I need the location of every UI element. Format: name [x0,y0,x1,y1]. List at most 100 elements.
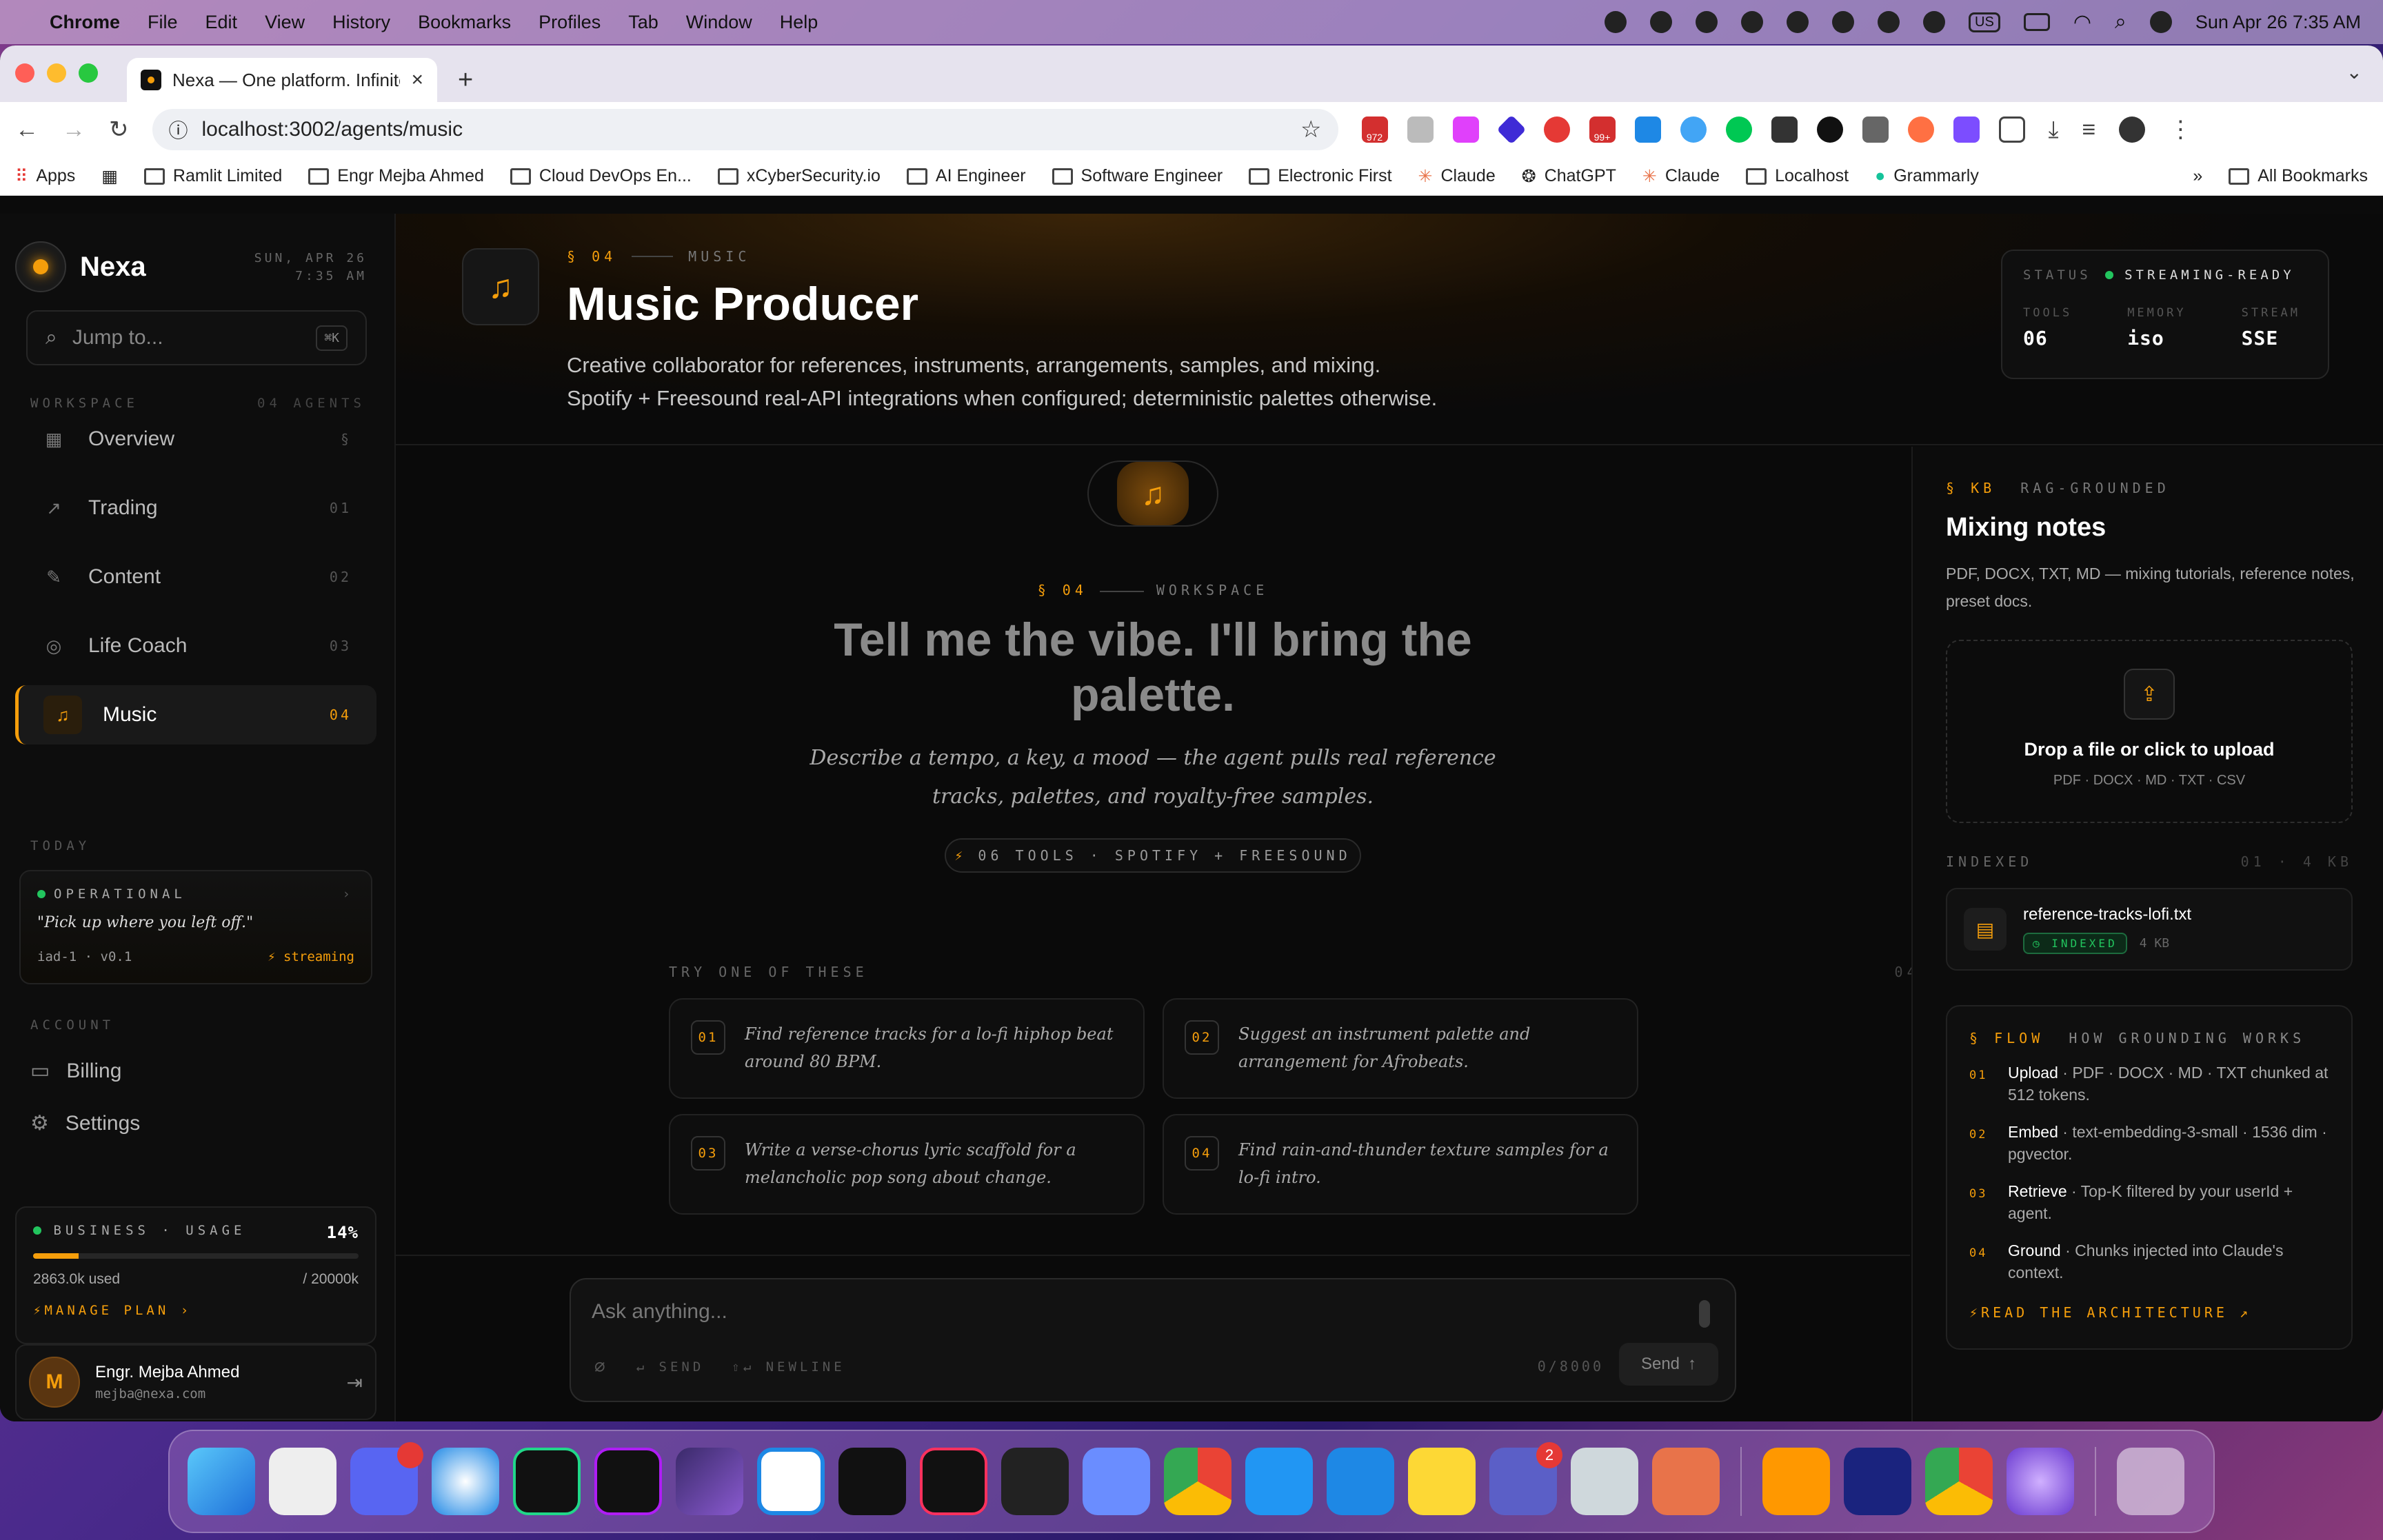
tab-search-chevron-icon[interactable]: ⌄ [2346,61,2362,83]
operational-card[interactable]: OPERATIONAL › "Pick up where you left off… [19,870,372,984]
attach-icon[interactable]: ⌀ [594,1357,609,1377]
menubar-clock[interactable]: Sun Apr 26 7:35 AM [2195,12,2361,33]
extensions-puzzle-icon[interactable] [1998,116,2025,143]
manage-plan-link[interactable]: ⚡MANAGE PLAN › [33,1303,359,1318]
bookmark-folder[interactable]: Ramlit Limited [143,166,282,186]
vscode-icon[interactable] [757,1448,825,1515]
phpstorm-icon[interactable] [594,1448,662,1515]
cursor-icon[interactable] [1001,1448,1069,1515]
bookmark-claude[interactable]: ✳ Claude [1642,166,1720,187]
tray-app-icon[interactable] [1696,11,1718,33]
pages-icon[interactable] [1762,1448,1830,1515]
quicktime-icon[interactable] [1245,1448,1313,1515]
discord-icon[interactable] [350,1442,423,1515]
chrome-icon[interactable] [1164,1448,1231,1515]
extension-icon[interactable] [1725,116,1752,143]
all-bookmarks[interactable]: All Bookmarks [2229,166,2368,186]
extension-icon[interactable] [1771,116,1798,143]
url-text[interactable]: localhost:3002/agents/music [202,118,463,141]
bookmark-folder[interactable]: Engr Mejba Ahmed [308,166,484,186]
back-icon[interactable]: ← [15,116,39,143]
sidebar-item-life-coach[interactable]: ◎ Life Coach 03 [15,616,376,676]
tray-moon-icon[interactable] [1832,11,1855,33]
bookmark-grammarly[interactable]: ● Grammarly [1875,166,1979,186]
chrome-menu-icon[interactable]: ⋮ [2169,116,2192,143]
sidebar-item-overview[interactable]: ▦ Overview § [15,409,376,469]
extension-icon[interactable] [1452,116,1479,143]
composer-scrollbar[interactable] [1699,1300,1710,1328]
brand[interactable]: Nexa [15,241,146,292]
app-icon[interactable] [838,1448,906,1515]
close-window-button[interactable] [15,63,34,83]
extension-icon[interactable]: 99+ [1589,116,1616,143]
starter-prompt[interactable]: 01 Find reference tracks for a lo-fi hip… [669,998,1145,1099]
extension-icon[interactable] [1862,116,1889,143]
menu-window[interactable]: Window [686,12,752,33]
teams-icon[interactable]: 2 [1489,1442,1562,1515]
tray-user-icon[interactable] [1923,11,1946,33]
app-icon[interactable] [1844,1448,1911,1515]
bookmark-folder[interactable]: Localhost [1746,166,1849,186]
camera-extension-icon[interactable] [1407,116,1434,143]
menu-profiles[interactable]: Profiles [539,12,601,33]
menu-history[interactable]: History [332,12,390,33]
reload-icon[interactable]: ↻ [109,116,129,143]
bookmark-star-icon[interactable]: ☆ [1300,116,1321,143]
new-tab-icon[interactable]: + [458,65,473,95]
bookmark-folder[interactable]: Software Engineer [1052,166,1223,186]
bookmark-folder[interactable]: xCyberSecurity.io [717,166,881,186]
battery-icon[interactable] [2023,13,2050,31]
obsidian-icon[interactable] [676,1448,743,1515]
forward-icon[interactable]: → [62,116,86,143]
sidebar-item-settings[interactable]: ⚙ Settings [30,1111,140,1135]
menu-file[interactable]: File [148,12,178,33]
bookmark-claude[interactable]: ✳ Claude [1418,166,1496,187]
sidebar-item-trading[interactable]: ↗ Trading 01 [15,478,376,538]
safari-icon[interactable] [432,1448,499,1515]
extension-icon[interactable] [1953,116,1980,143]
address-bar[interactable]: ⓘ localhost:3002/agents/music ☆ [152,109,1338,150]
bookmark-chatgpt[interactable]: ❂ ChatGPT [1522,166,1616,187]
extension-icon[interactable] [1543,116,1570,143]
jump-to-search[interactable]: ⌕ Jump to... ⌘K [26,310,367,365]
bookmark-folder[interactable]: Electronic First [1249,166,1392,186]
bookmark-apps[interactable]: ⠿ Apps [15,166,75,187]
close-tab-icon[interactable]: × [411,68,423,92]
profile-avatar[interactable] [2119,116,2146,143]
notes-icon[interactable] [1408,1448,1476,1515]
chat-input[interactable]: Ask anything... [592,1300,1714,1324]
tray-play-icon[interactable] [1787,11,1809,33]
starter-prompt[interactable]: 03 Write a verse-chorus lyric scaffold f… [669,1114,1145,1215]
menu-app-name[interactable]: Chrome [50,12,120,33]
extension-icon[interactable] [1634,116,1661,143]
app-icon[interactable] [2007,1448,2074,1515]
bookmarks-overflow-icon[interactable]: » [2193,166,2202,186]
trash-icon[interactable] [2117,1448,2184,1515]
user-card[interactable]: M Engr. Mejba Ahmed mejba@nexa.com ⇥ [15,1344,376,1420]
file-dropzone[interactable]: ⇪ Drop a file or click to upload PDF · D… [1946,640,2353,823]
tray-app-icon[interactable] [1650,11,1673,33]
menu-tab[interactable]: Tab [628,12,658,33]
minimize-window-button[interactable] [47,63,66,83]
read-architecture-link[interactable]: ⚡READ THE ARCHITECTURE ↗ [1969,1304,2329,1321]
logout-icon[interactable]: ⇥ [347,1371,363,1394]
bookmark-folder[interactable]: AI Engineer [906,166,1026,186]
tray-app-icon[interactable] [1878,11,1900,33]
starter-prompt[interactable]: 02 Suggest an instrument palette and arr… [1163,998,1638,1099]
sidebar-item-content[interactable]: ✎ Content 02 [15,547,376,607]
menu-edit[interactable]: Edit [205,12,238,33]
sidebar-item-music[interactable]: ♫ Music 04 [15,685,376,744]
tab-groups-icon[interactable]: ▦ [101,166,118,187]
input-source[interactable]: US [1969,12,2000,32]
menu-bookmarks[interactable]: Bookmarks [418,12,511,33]
wifi-icon[interactable]: ◠ [2073,10,2091,34]
claude-extension-icon[interactable] [1907,116,1934,143]
browser-tab[interactable]: Nexa — One platform. Infinite × [127,58,437,102]
app-icon[interactable] [1083,1448,1150,1515]
menu-help[interactable]: Help [780,12,818,33]
extension-icon[interactable]: 972 [1361,116,1388,143]
control-center-icon[interactable] [2149,11,2172,33]
starter-prompt[interactable]: 04 Find rain-and-thunder texture samples… [1163,1114,1638,1215]
menu-view[interactable]: View [265,12,305,33]
send-button[interactable]: Send ↑ [1619,1343,1718,1386]
